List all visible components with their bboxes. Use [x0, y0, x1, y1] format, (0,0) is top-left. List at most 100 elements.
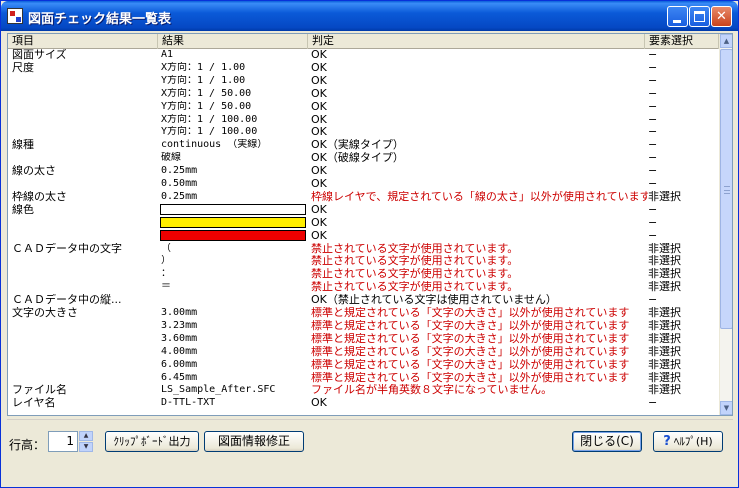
- row-judgement-cell: OK: [311, 74, 327, 87]
- row-item-cell: ファイル名: [12, 384, 67, 397]
- table-row[interactable]: 3.60mm 標準と規定されている「文字の大きさ」以外が使用されています 非選択: [8, 333, 719, 345]
- table-row[interactable]: Y方向：1 / 100.00 OK −: [8, 126, 719, 138]
- table-row[interactable]: X方向：1 / 100.00 OK −: [8, 114, 719, 126]
- table-row[interactable]: 枠線の太さ 0.25mm 枠線レイヤで、規定されている「線の太さ」以外が使用されてい…: [8, 191, 719, 203]
- scroll-up-icon: ▲: [723, 37, 730, 45]
- grip-icon: [724, 186, 730, 194]
- column-header-judgement[interactable]: 判定: [308, 34, 645, 49]
- help-button-label: ﾍﾙﾌﾟ(H): [673, 435, 713, 448]
- table-row[interactable]: ＣＡＤデータ中の文字 （ 禁止されている文字が使用されています。 非選択: [8, 243, 719, 255]
- clipboard-output-button[interactable]: ｸﾘｯﾌﾟﾎﾞｰﾄﾞ出力: [105, 431, 199, 452]
- table-row[interactable]: 文字の大きさ 3.00mm 標準と規定されている「文字の大きさ」以外が使用されていま…: [8, 307, 719, 319]
- row-judgement-cell: OK: [311, 49, 327, 61]
- row-judgement-cell: OK: [311, 61, 327, 74]
- table-row[interactable]: 線色 OK −: [8, 203, 719, 216]
- row-selection-cell: 非選択: [648, 307, 681, 319]
- table-row[interactable]: X方向：1 / 50.00 OK −: [8, 88, 719, 100]
- row-result-cell: continuous （実線）: [161, 139, 268, 151]
- table-row[interactable]: 6.00mm 標準と規定されている「文字の大きさ」以外が使用されています 非選択: [8, 359, 719, 371]
- row-result-cell: Y方向：1 / 1.00: [161, 74, 246, 86]
- table-row[interactable]: ） 禁止されている文字が使用されています。 非選択: [8, 255, 719, 267]
- close-window-button[interactable]: ✕: [711, 6, 732, 27]
- row-item-cell: [12, 217, 160, 229]
- row-item-cell: 線色: [12, 203, 34, 216]
- table-row[interactable]: ＝ 禁止されている文字が使用されています。 非選択: [8, 281, 719, 293]
- row-selection-cell: 非選択: [648, 268, 681, 281]
- row-item-cell: ＣＡＤデータ中の縦...: [12, 294, 122, 307]
- row-item-cell: [12, 88, 160, 100]
- stepper-up-button[interactable]: ▲: [79, 431, 93, 441]
- table-row[interactable]: 4.00mm 標準と規定されている「文字の大きさ」以外が使用されています 非選択: [8, 346, 719, 358]
- table-row[interactable]: OK −: [8, 216, 719, 229]
- table-row[interactable]: レイヤ名 D-TTL-TXT OK −: [8, 397, 719, 409]
- maximize-button[interactable]: [689, 6, 710, 27]
- row-item-cell: [12, 230, 160, 242]
- vertical-scrollbar[interactable]: ▲ ▼: [719, 34, 732, 415]
- color-swatch: [160, 229, 306, 241]
- row-result-cell: 3.60mm: [161, 332, 198, 344]
- down-arrow-icon: ▼: [83, 443, 89, 450]
- row-selection-cell: −: [648, 49, 658, 61]
- title-bar[interactable]: 図面チェック結果一覧表 ✕: [1, 1, 738, 31]
- table-row[interactable]: 線種 continuous （実線） OK（実線タイプ） −: [8, 139, 719, 151]
- table-row[interactable]: 線の太さ 0.25mm OK −: [8, 165, 719, 177]
- row-result-cell: X方向：1 / 1.00: [161, 61, 246, 73]
- minimize-button[interactable]: [667, 6, 688, 27]
- stepper-down-button[interactable]: ▼: [79, 442, 93, 452]
- row-judgement-cell: 標準と規定されている「文字の大きさ」以外が使用されています: [311, 332, 630, 345]
- row-selection-cell: −: [648, 216, 658, 229]
- row-result-cell: LS_Sample_After.SFC: [161, 384, 276, 396]
- column-header-item[interactable]: 項目: [8, 34, 158, 49]
- row-judgement-cell: 標準と規定されている「文字の大きさ」以外が使用されています: [311, 371, 630, 384]
- table-row[interactable]: Y方向：1 / 50.00 OK −: [8, 101, 719, 113]
- row-item-cell: [12, 152, 160, 164]
- row-judgement-cell: 標準と規定されている「文字の大きさ」以外が使用されています: [311, 345, 630, 358]
- row-item-cell: [12, 346, 160, 358]
- row-item-cell: ＣＡＤデータ中の文字: [12, 242, 122, 255]
- row-item-cell: 尺度: [12, 61, 34, 74]
- row-selection-cell: −: [648, 229, 658, 242]
- table-row[interactable]: OK −: [8, 229, 719, 242]
- table-row[interactable]: 3.23mm 標準と規定されている「文字の大きさ」以外が使用されています 非選択: [8, 320, 719, 332]
- row-item-cell: [12, 268, 160, 280]
- row-selection-cell: 非選択: [648, 332, 681, 345]
- drawing-info-edit-button[interactable]: 図面情報修正: [204, 431, 304, 452]
- table-row[interactable]: 図面サイズ A1 OK −: [8, 49, 719, 61]
- row-selection-cell: 非選択: [648, 281, 681, 294]
- table-row[interactable]: ファイル名 LS_Sample_After.SFC ファイル名が半角英数８文字になっ…: [8, 384, 719, 396]
- table-row[interactable]: ： 禁止されている文字が使用されています。 非選択: [8, 268, 719, 280]
- row-selection-cell: 非選択: [648, 358, 681, 371]
- scroll-up-button[interactable]: ▲: [720, 34, 732, 48]
- row-result-cell: 4.00mm: [161, 345, 198, 357]
- column-header-selection[interactable]: 要素選択: [645, 34, 719, 49]
- row-result-cell: 3.23mm: [161, 319, 198, 331]
- table-row[interactable]: 0.50mm OK −: [8, 178, 719, 190]
- result-list[interactable]: 項目 結果 判定 要素選択 図面サイズ A1 OK − 尺度 X方向：1 / 1.00 OK…: [7, 33, 733, 416]
- row-item-cell: 図面サイズ: [12, 49, 67, 61]
- row-selection-cell: −: [648, 113, 658, 126]
- table-row[interactable]: 破線 OK（破線タイプ） −: [8, 152, 719, 164]
- table-row[interactable]: Y方向：1 / 1.00 OK −: [8, 75, 719, 87]
- row-height-stepper: ▲ ▼: [79, 431, 93, 452]
- row-judgement-cell: OK（禁止されている文字は使用されていません）: [311, 294, 557, 307]
- help-button[interactable]: ? ﾍﾙﾌﾟ(H): [653, 431, 723, 452]
- table-row[interactable]: ＣＡＤデータ中の縦... OK（禁止されている文字は使用されていません） −: [8, 294, 719, 306]
- row-height-input[interactable]: 1: [48, 431, 78, 452]
- row-judgement-cell: OK: [311, 203, 327, 216]
- close-button[interactable]: 閉じる(C): [572, 431, 642, 452]
- scroll-down-button[interactable]: ▼: [720, 401, 732, 415]
- row-item-cell: [12, 333, 160, 345]
- row-result-cell: Y方向：1 / 50.00: [161, 100, 252, 112]
- scroll-thumb[interactable]: [720, 49, 732, 329]
- row-judgement-cell: 標準と規定されている「文字の大きさ」以外が使用されています: [311, 307, 630, 319]
- row-judgement-cell: 禁止されている文字が使用されています。: [311, 255, 519, 268]
- table-row[interactable]: 6.45mm 標準と規定されている「文字の大きさ」以外が使用されています 非選択: [8, 372, 719, 384]
- window-title: 図面チェック結果一覧表: [28, 12, 172, 27]
- column-header-result[interactable]: 結果: [158, 34, 308, 49]
- table-row[interactable]: 尺度 X方向：1 / 1.00 OK −: [8, 62, 719, 74]
- row-selection-cell: −: [648, 178, 658, 190]
- row-judgement-cell: 枠線レイヤで、規定されている「線の太さ」以外が使用されています: [311, 190, 648, 203]
- row-selection-cell: 非選択: [648, 371, 681, 384]
- row-result-cell: 6.45mm: [161, 371, 198, 383]
- row-selection-cell: −: [648, 294, 658, 307]
